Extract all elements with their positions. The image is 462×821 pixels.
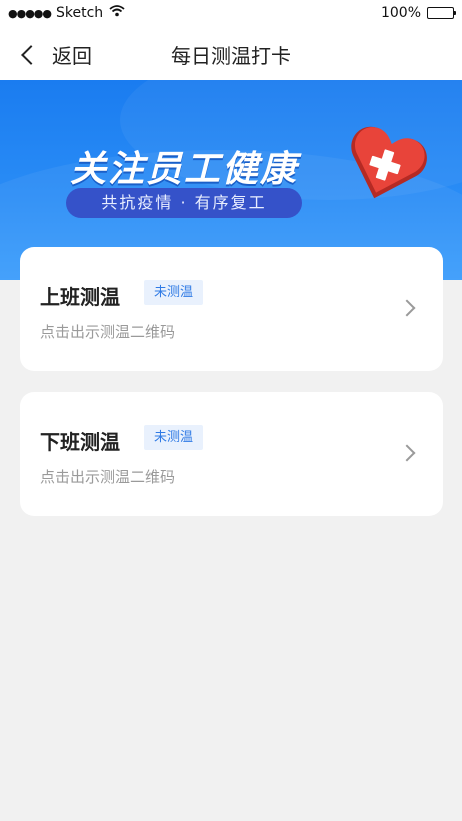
card-subtitle: 点击出示测温二维码 — [40, 468, 176, 486]
checkin-card-evening[interactable]: 下班测温 未测温 点击出示测温二维码 — [20, 392, 443, 516]
status-right: 100% — [380, 5, 456, 21]
banner-slogan: 共抗疫情 · 有序复工 — [66, 188, 302, 218]
status-bar: ●●●●● Sketch 100% — [0, 0, 462, 28]
chevron-right-icon — [398, 299, 416, 317]
card-title: 上班测温 — [40, 285, 120, 309]
medical-heart-icon — [340, 120, 430, 210]
status-badge: 未测温 — [144, 425, 204, 450]
carrier-label: Sketch — [56, 5, 104, 21]
status-badge: 未测温 — [144, 280, 204, 305]
battery-label: 100% — [380, 5, 421, 21]
banner-headline: 关注员工健康 — [70, 149, 299, 190]
battery-icon — [427, 7, 456, 19]
signal-icon: ●●●●● — [8, 6, 52, 20]
wifi-icon — [109, 5, 125, 21]
card-subtitle: 点击出示测温二维码 — [40, 323, 176, 341]
checkin-card-morning[interactable]: 上班测温 未测温 点击出示测温二维码 — [20, 247, 443, 371]
nav-bar: 返回 每日测温打卡 — [0, 28, 462, 80]
chevron-right-icon — [398, 444, 416, 462]
status-left: ●●●●● Sketch — [8, 5, 125, 21]
page-title: 每日测温打卡 — [171, 44, 291, 68]
card-title: 下班测温 — [40, 430, 120, 454]
